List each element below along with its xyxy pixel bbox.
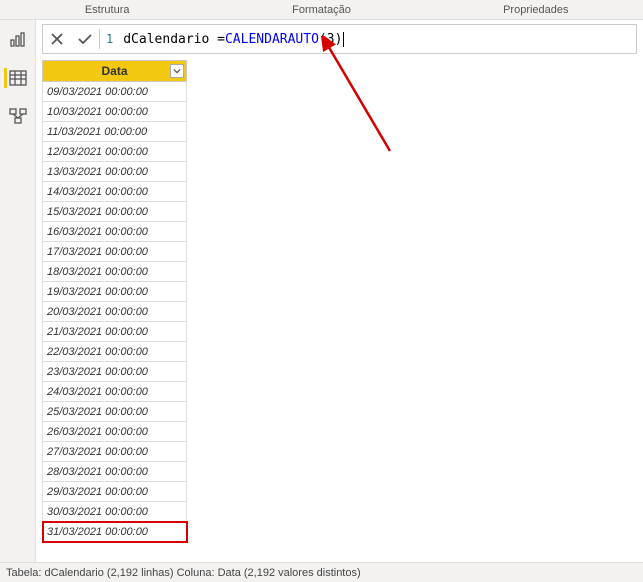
table-row[interactable]: 13/03/2021 00:00:00	[43, 162, 187, 182]
cell-data[interactable]: 15/03/2021 00:00:00	[43, 202, 187, 222]
formula-input[interactable]: 1 dCalendario = CALENDARAUTO ( 3 )	[100, 25, 636, 53]
table-row[interactable]: 27/03/2021 00:00:00	[43, 442, 187, 462]
cell-data[interactable]: 14/03/2021 00:00:00	[43, 182, 187, 202]
table-row[interactable]: 09/03/2021 00:00:00	[43, 82, 187, 102]
cell-data[interactable]: 27/03/2021 00:00:00	[43, 442, 187, 462]
text-cursor	[343, 32, 344, 47]
report-view-icon	[9, 32, 27, 48]
content-area: 1 dCalendario = CALENDARAUTO ( 3 ) Data	[36, 20, 643, 562]
data-view-button[interactable]	[4, 68, 28, 88]
status-bar: Tabela: dCalendario (2,192 linhas) Colun…	[0, 562, 643, 582]
table-row[interactable]: 19/03/2021 00:00:00	[43, 282, 187, 302]
tab-formatting[interactable]: Formatação	[214, 2, 428, 18]
column-filter-button[interactable]	[170, 64, 184, 78]
cell-data[interactable]: 31/03/2021 00:00:00	[43, 522, 187, 542]
table-row[interactable]: 18/03/2021 00:00:00	[43, 262, 187, 282]
cell-data[interactable]: 09/03/2021 00:00:00	[43, 82, 187, 102]
cell-data[interactable]: 18/03/2021 00:00:00	[43, 262, 187, 282]
cell-data[interactable]: 19/03/2021 00:00:00	[43, 282, 187, 302]
data-grid: Data 09/03/2021 00:00:0010/03/2021 00:00…	[42, 60, 187, 542]
check-icon	[77, 32, 93, 46]
cell-data[interactable]: 20/03/2021 00:00:00	[43, 302, 187, 322]
formula-text-prefix: dCalendario =	[123, 32, 225, 47]
table-row[interactable]: 14/03/2021 00:00:00	[43, 182, 187, 202]
table-row[interactable]: 10/03/2021 00:00:00	[43, 102, 187, 122]
formula-close-paren: )	[335, 32, 343, 47]
cell-data[interactable]: 11/03/2021 00:00:00	[43, 122, 187, 142]
cell-data[interactable]: 17/03/2021 00:00:00	[43, 242, 187, 262]
table-row[interactable]: 28/03/2021 00:00:00	[43, 462, 187, 482]
table-row[interactable]: 26/03/2021 00:00:00	[43, 422, 187, 442]
cell-data[interactable]: 29/03/2021 00:00:00	[43, 482, 187, 502]
table-row[interactable]: 22/03/2021 00:00:00	[43, 342, 187, 362]
x-icon	[50, 32, 64, 46]
main-area: 1 dCalendario = CALENDARAUTO ( 3 ) Data	[0, 20, 643, 562]
cell-data[interactable]: 16/03/2021 00:00:00	[43, 222, 187, 242]
table-row[interactable]: 23/03/2021 00:00:00	[43, 362, 187, 382]
table-row[interactable]: 21/03/2021 00:00:00	[43, 322, 187, 342]
cell-data[interactable]: 23/03/2021 00:00:00	[43, 362, 187, 382]
formula-open-paren: (	[319, 32, 327, 47]
report-view-button[interactable]	[6, 30, 30, 50]
cell-data[interactable]: 22/03/2021 00:00:00	[43, 342, 187, 362]
table-row[interactable]: 16/03/2021 00:00:00	[43, 222, 187, 242]
commit-formula-button[interactable]	[71, 25, 99, 53]
cell-data[interactable]: 10/03/2021 00:00:00	[43, 102, 187, 122]
cell-data[interactable]: 21/03/2021 00:00:00	[43, 322, 187, 342]
cancel-formula-button[interactable]	[43, 25, 71, 53]
data-grid-wrap: Data 09/03/2021 00:00:0010/03/2021 00:00…	[36, 60, 643, 562]
ribbon-tabs: Estrutura Formatação Propriedades	[0, 0, 643, 20]
table-row[interactable]: 30/03/2021 00:00:00	[43, 502, 187, 522]
cell-data[interactable]: 26/03/2021 00:00:00	[43, 422, 187, 442]
formula-arg: 3	[327, 32, 335, 47]
model-view-button[interactable]	[6, 106, 30, 126]
cell-data[interactable]: 25/03/2021 00:00:00	[43, 402, 187, 422]
view-rail	[0, 20, 36, 562]
table-row[interactable]: 15/03/2021 00:00:00	[43, 202, 187, 222]
table-row[interactable]: 29/03/2021 00:00:00	[43, 482, 187, 502]
cell-data[interactable]: 28/03/2021 00:00:00	[43, 462, 187, 482]
formula-bar: 1 dCalendario = CALENDARAUTO ( 3 )	[42, 24, 637, 54]
tab-properties[interactable]: Propriedades	[429, 2, 643, 18]
table-row[interactable]: 12/03/2021 00:00:00	[43, 142, 187, 162]
column-header-data[interactable]: Data	[43, 61, 187, 82]
table-row[interactable]: 17/03/2021 00:00:00	[43, 242, 187, 262]
data-view-icon	[9, 70, 27, 86]
table-row[interactable]: 11/03/2021 00:00:00	[43, 122, 187, 142]
cell-data[interactable]: 30/03/2021 00:00:00	[43, 502, 187, 522]
table-row[interactable]: 20/03/2021 00:00:00	[43, 302, 187, 322]
table-row[interactable]: 31/03/2021 00:00:00	[43, 522, 187, 542]
table-row[interactable]: 24/03/2021 00:00:00	[43, 382, 187, 402]
cell-data[interactable]: 24/03/2021 00:00:00	[43, 382, 187, 402]
chevron-down-icon	[173, 67, 181, 75]
table-row[interactable]: 25/03/2021 00:00:00	[43, 402, 187, 422]
formula-function-name: CALENDARAUTO	[225, 32, 319, 47]
formula-line-number: 1	[106, 32, 113, 46]
cell-data[interactable]: 12/03/2021 00:00:00	[43, 142, 187, 162]
tab-structure[interactable]: Estrutura	[0, 2, 214, 18]
cell-data[interactable]: 13/03/2021 00:00:00	[43, 162, 187, 182]
status-text: Tabela: dCalendario (2,192 linhas) Colun…	[6, 567, 361, 579]
model-view-icon	[9, 108, 27, 124]
column-header-label: Data	[101, 64, 127, 78]
